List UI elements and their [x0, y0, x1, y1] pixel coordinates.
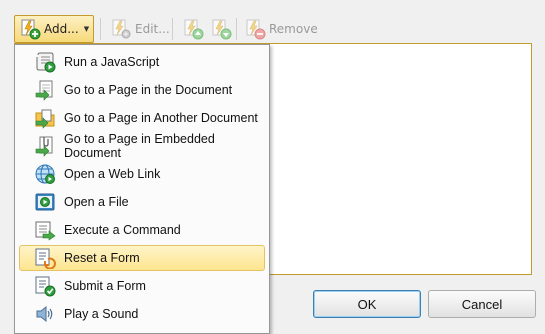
reset-form-icon — [35, 248, 56, 269]
toolbar-separator — [172, 18, 173, 40]
toolbar-separator — [100, 18, 101, 40]
add-button[interactable]: Add... ▼ — [14, 15, 94, 43]
javascript-scroll-icon — [36, 52, 56, 73]
add-button-label: Add... — [44, 22, 79, 36]
menu-item-label: Execute a Command — [64, 223, 181, 237]
menu-item-open-web-link[interactable]: Open a Web Link — [19, 161, 265, 187]
move-down-button[interactable] — [206, 15, 236, 43]
menu-item-label: Go to a Page in the Document — [64, 83, 233, 97]
edit-lightning-icon — [112, 19, 131, 39]
menu-item-goto-page[interactable]: Go to a Page in the Document — [19, 77, 265, 103]
menu-item-submit-form[interactable]: Submit a Form — [19, 273, 265, 299]
menu-item-goto-embedded-document[interactable]: Go to a Page in Embedded Document — [19, 132, 265, 160]
menu-item-open-file[interactable]: Open a File — [19, 189, 265, 215]
menu-item-goto-other-document[interactable]: Go to a Page in Another Document — [19, 105, 265, 131]
move-up-button[interactable] — [178, 15, 208, 43]
actions-dialog: Add... ▼ Edit... Remove OK Cancel Run a … — [0, 0, 545, 334]
remove-button-label: Remove — [269, 22, 318, 36]
add-action-menu: Run a JavaScript Go to a Page in the Doc… — [14, 44, 270, 334]
goto-embedded-document-icon — [35, 136, 53, 157]
toolbar-separator — [236, 18, 237, 40]
submit-form-icon — [35, 276, 56, 297]
actions-toolbar: Add... ▼ Edit... Remove — [14, 15, 534, 43]
globe-icon — [35, 164, 55, 184]
menu-item-label: Open a Web Link — [64, 167, 161, 181]
menu-item-label: Play a Sound — [64, 307, 139, 321]
goto-other-document-icon — [35, 109, 55, 129]
remove-button[interactable]: Remove — [240, 15, 322, 43]
execute-command-icon — [35, 221, 56, 241]
edit-button-label: Edit... — [135, 22, 170, 36]
edit-button[interactable]: Edit... — [106, 15, 174, 43]
goto-page-icon — [35, 80, 53, 101]
menu-item-execute-command[interactable]: Execute a Command — [19, 217, 265, 243]
menu-item-reset-form[interactable]: Reset a Form — [19, 245, 265, 271]
menu-item-play-sound[interactable]: Play a Sound — [19, 301, 265, 327]
move-down-icon — [212, 19, 232, 40]
menu-item-label: Open a File — [64, 195, 129, 209]
menu-item-label: Reset a Form — [64, 251, 140, 265]
speaker-icon — [36, 305, 53, 323]
menu-item-label: Go to a Page in Embedded Document — [64, 132, 215, 160]
chevron-down-icon: ▼ — [83, 25, 90, 33]
open-file-icon — [35, 193, 55, 211]
menu-item-label: Run a JavaScript — [64, 55, 160, 69]
ok-button[interactable]: OK — [313, 290, 421, 318]
menu-item-label: Go to a Page in Another Document — [64, 111, 258, 125]
add-lightning-icon — [21, 19, 41, 40]
cancel-button[interactable]: Cancel — [428, 290, 536, 318]
remove-icon — [246, 19, 266, 40]
move-up-icon — [184, 19, 204, 40]
menu-item-run-javascript[interactable]: Run a JavaScript — [19, 49, 265, 75]
menu-item-label: Submit a Form — [64, 279, 146, 293]
